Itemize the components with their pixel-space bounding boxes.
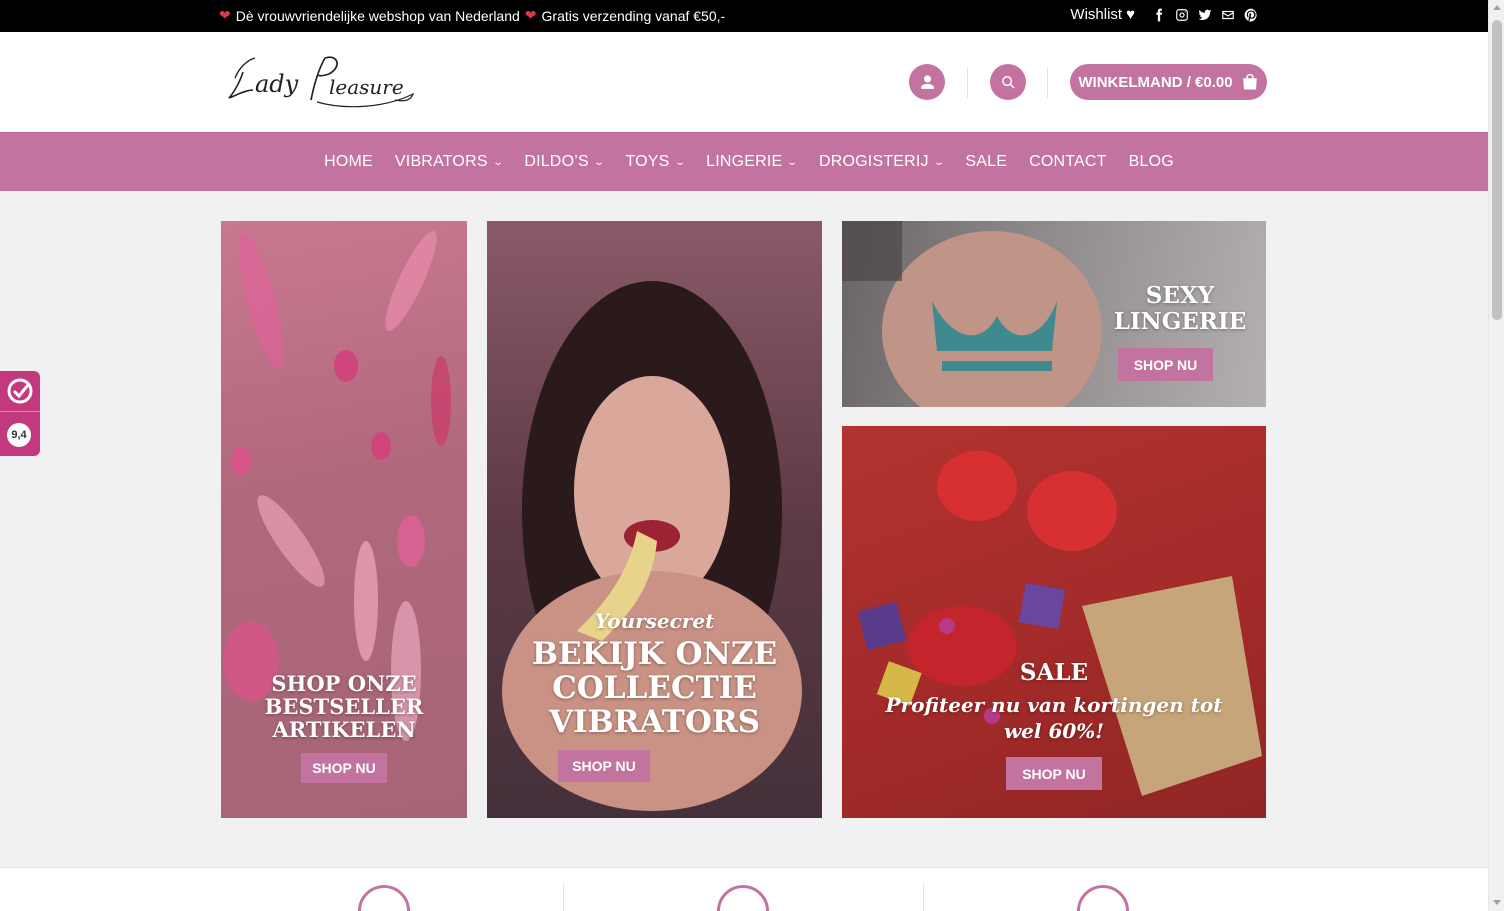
logo-script: ady leasure [228,56,415,108]
nav-item-sale[interactable]: SALE [965,153,1007,171]
shopping-bag-icon [1242,73,1257,90]
user-icon [920,74,934,89]
site-header: ady leasure WINKELMAND / €0.00 [0,32,1488,132]
nav-item-lingerie[interactable]: LINGERIE ⌄ [706,153,799,171]
scroll-up-icon[interactable] [1493,5,1501,10]
banner-sale[interactable]: SALE Profiteer nu van kortingen tot wel … [842,426,1266,818]
pinterest-icon[interactable] [1244,8,1258,22]
nav-label: TOYS [625,153,670,170]
shop-now-button[interactable]: SHOP NU [1006,757,1102,790]
title-line: VIBRATORS [548,704,761,740]
nav-item-vibrators[interactable]: VIBRATORS ⌄ [394,153,505,171]
banner-vibrators-title: BEKIJK ONZE COLLECTIE VIBRATORS [487,637,822,739]
banner-lingerie-title: SEXY LINGERIE [1087,283,1266,335]
nav-list: HOME VIBRATORS ⌄ DILDO’S ⌄ TOYS ⌄ LINGERIE ⌄… [0,133,1488,191]
nav-item-drogisterij[interactable]: DROGISTERIJ ⌄ [819,153,946,171]
cart-label: WINKELMAND / €0.00 [1078,73,1233,91]
shipping-icon [358,885,410,911]
main-navigation: HOME VIBRATORS ⌄ DILDO’S ⌄ TOYS ⌄ LINGERIE ⌄… [0,132,1488,191]
feature-divider [923,884,924,911]
account-button[interactable] [909,64,945,100]
subtitle-line: Profiteer nu van kortingen tot [885,693,1223,717]
wishlist-link[interactable]: Wishlist ♥ [1070,6,1135,23]
chevron-down-icon: ⌄ [933,156,946,168]
feature-divider [563,884,564,911]
shop-now-button[interactable]: SHOP NU [301,753,387,783]
nav-item-toys[interactable]: TOYS ⌄ [625,153,686,171]
nav-label: BLOG [1128,153,1174,170]
tagline: ❤ Dè vrouwvriendelijke webshop van Neder… [219,7,725,24]
title-line: SHOP ONZE [271,671,417,696]
banner-sale-subtitle: Profiteer nu van kortingen tot wel 60%! [842,692,1266,744]
chevron-down-icon: ⌄ [593,156,606,168]
instagram-icon[interactable] [1175,8,1189,22]
review-badge[interactable]: 9,4 [0,371,40,456]
nav-label: CONTACT [1029,153,1107,170]
chevron-down-icon: ⌄ [492,156,505,168]
nav-item-home[interactable]: HOME [324,153,373,171]
twitter-icon[interactable] [1198,8,1212,22]
shield-icon [1077,885,1129,911]
nav-label: DROGISTERIJ [819,153,929,170]
logo-text-2: leasure [329,75,404,99]
shop-now-button[interactable]: SHOP NU [558,750,650,782]
nav-label: VIBRATORS [394,153,488,170]
scrollbar-thumb[interactable] [1492,20,1502,320]
email-icon[interactable] [1221,8,1235,22]
heart-icon: ❤ [524,7,537,23]
banner-sale-title: SALE [1019,659,1089,686]
title-line: BEKIJK ONZE [531,636,778,672]
chevron-down-icon: ⌄ [786,156,799,168]
tagline-text-1: Dè vrouwvriendelijke webshop van Nederla… [235,7,520,24]
scroll-down-icon[interactable] [1493,900,1501,905]
features-section [0,867,1488,911]
heart-icon: ♥ [1126,6,1135,23]
heart-icon: ❤ [219,7,231,23]
title-line: ARTIKELEN [272,717,416,742]
nav-label: HOME [324,153,373,170]
nav-item-contact[interactable]: CONTACT [1029,153,1107,171]
title-line: SEXY [1145,282,1215,309]
header-divider [1047,68,1048,98]
tagline-text-2: Gratis verzending vanaf €50,- [541,7,726,24]
cart-button[interactable]: WINKELMAND / €0.00 [1070,64,1267,100]
gift-icon [717,885,769,911]
header-divider [967,68,968,98]
nav-label: DILDO’S [524,153,589,170]
topbar-links: Wishlist ♥ [1070,6,1258,23]
title-line: LINGERIE [1113,308,1247,335]
chevron-down-icon: ⌄ [673,156,686,168]
banner-vibrators-script: Yoursecret [594,609,715,633]
banner-bestsellers[interactable]: SHOP ONZE BESTSELLER ARTIKELEN SHOP NU [221,221,467,818]
nav-item-blog[interactable]: BLOG [1129,153,1174,171]
review-logo [0,371,40,412]
subtitle-line: wel 60%! [1003,719,1105,743]
banner-vibrators[interactable]: Yoursecret BEKIJK ONZE COLLECTIE VIBRATO… [487,221,822,818]
nav-item-dildos[interactable]: DILDO’S ⌄ [524,153,606,171]
nav-label: SALE [965,153,1008,170]
banner-bestsellers-title: SHOP ONZE BESTSELLER ARTIKELEN [221,672,467,741]
logo-text-1: ady [255,70,299,98]
nav-label: LINGERIE [706,153,783,170]
search-button[interactable] [990,64,1026,100]
top-bar: ❤ Dè vrouwvriendelijke webshop van Neder… [0,0,1488,32]
shop-now-button[interactable]: SHOP NU [1118,348,1213,381]
site-logo[interactable]: ady leasure [225,50,420,114]
wishlist-label: Wishlist [1070,6,1123,23]
review-score: 9,4 [7,423,31,447]
title-line: COLLECTIE [552,670,757,706]
facebook-icon[interactable] [1152,8,1166,22]
title-line: BESTSELLER [264,694,424,719]
checkmark-icon [7,378,33,404]
banner-lingerie[interactable]: SEXY LINGERIE SHOP NU [842,221,1266,407]
search-icon [1001,75,1015,89]
page-scrollbar[interactable] [1488,0,1504,911]
